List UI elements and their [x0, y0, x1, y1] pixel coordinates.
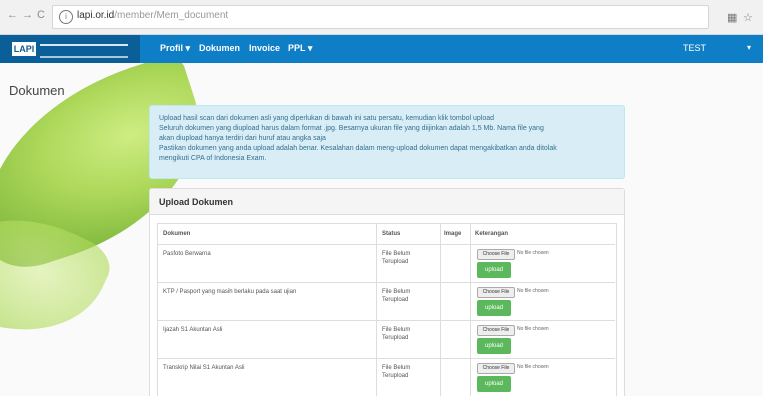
reload-button[interactable]: C	[37, 9, 45, 21]
row-dokumen: Pasfoto Berwarna	[163, 251, 211, 257]
logo-mark: LAPI	[12, 42, 36, 56]
row-status-line1: File Belum	[382, 365, 411, 371]
upload-button[interactable]: upload	[477, 338, 511, 354]
info-alert: Upload hasil scan dari dokumen asli yang…	[149, 105, 625, 179]
panel-title: Upload Dokumen	[159, 197, 234, 207]
browser-toolbar: ← → C i lapi.or.id/member/Mem_document ▦…	[0, 0, 763, 35]
row-dokumen: KTP / Pasport yang masih berlaku pada sa…	[163, 289, 297, 295]
forward-button[interactable]: →	[22, 9, 33, 21]
table-row: Ijazah S1 Akuntan Asli File Belum Terupl…	[157, 320, 615, 359]
extension-icon[interactable]: ▦	[727, 11, 737, 24]
panel-heading: Upload Dokumen	[150, 189, 624, 215]
no-file-text: No file chosen	[517, 326, 549, 332]
table-row: Transkrip Nilai S1 Akuntan Asli File Bel…	[157, 358, 615, 396]
menu-dokumen[interactable]: Dokumen	[199, 43, 240, 53]
choose-file-button[interactable]: Choose File	[477, 325, 515, 336]
upload-button[interactable]: upload	[477, 262, 511, 278]
table-row: KTP / Pasport yang masih berlaku pada sa…	[157, 282, 615, 321]
no-file-text: No file chosen	[517, 288, 549, 294]
navbar-brand-area: LAPI	[0, 35, 140, 63]
menu-profil[interactable]: Profil ▾	[160, 43, 190, 54]
row-status-line1: File Belum	[382, 327, 411, 333]
row-status-line1: File Belum	[382, 251, 411, 257]
upload-button[interactable]: upload	[477, 376, 511, 392]
header-keterangan: Keterangan	[475, 231, 509, 237]
back-button[interactable]: ←	[7, 9, 18, 21]
row-status-line2: Terupload	[382, 259, 409, 265]
page-title: Dokumen	[9, 83, 65, 98]
info-line: Upload hasil scan dari dokumen asli yang…	[159, 115, 495, 122]
choose-file-button[interactable]: Choose File	[477, 363, 515, 374]
row-dokumen: Transkrip Nilai S1 Akuntan Asli	[163, 365, 245, 371]
choose-file-button[interactable]: Choose File	[477, 249, 515, 260]
row-status-line2: Terupload	[382, 297, 409, 303]
info-line: Seluruh dokumen yang diupload harus dala…	[159, 125, 544, 132]
address-bar[interactable]: i lapi.or.id/member/Mem_document	[52, 5, 709, 29]
no-file-text: No file chosen	[517, 250, 549, 256]
menu-invoice[interactable]: Invoice	[249, 43, 280, 53]
bookmark-star-icon[interactable]: ☆	[743, 11, 753, 24]
info-icon[interactable]: i	[59, 10, 73, 24]
top-navbar: LAPI Profil ▾ Dokumen Invoice PPL ▾ TEST…	[0, 35, 763, 63]
logo-wordmark	[40, 44, 128, 58]
address-domain: lapi.or.id	[77, 10, 115, 21]
header-dokumen: Dokumen	[163, 231, 191, 237]
header-image: Image	[444, 231, 462, 237]
page-content: LAPI Profil ▾ Dokumen Invoice PPL ▾ TEST…	[0, 35, 763, 396]
info-line: mengikuti CPA of Indonesia Exam.	[159, 155, 267, 162]
row-status-line1: File Belum	[382, 289, 411, 295]
address-text: lapi.or.id/member/Mem_document	[77, 10, 228, 21]
lapi-logo[interactable]: LAPI	[12, 42, 130, 58]
info-line: akan diupload hanya terdiri dari huruf a…	[159, 135, 326, 142]
user-caret-icon[interactable]: ▾	[747, 43, 751, 52]
row-dokumen: Ijazah S1 Akuntan Asli	[163, 327, 223, 333]
address-path: /member/Mem_document	[114, 10, 229, 21]
no-file-text: No file chosen	[517, 364, 549, 370]
row-status-line2: Terupload	[382, 335, 409, 341]
table-row: Pasfoto Berwarna File Belum Terupload Ch…	[157, 244, 615, 283]
upload-panel: Upload Dokumen Dokumen Status Image Kete…	[149, 188, 625, 396]
choose-file-button[interactable]: Choose File	[477, 287, 515, 298]
header-status: Status	[382, 231, 401, 237]
upload-button[interactable]: upload	[477, 300, 511, 316]
user-menu[interactable]: TEST	[683, 43, 706, 53]
info-line: Pastikan dokumen yang anda upload adalah…	[159, 145, 557, 152]
row-status-line2: Terupload	[382, 373, 409, 379]
menu-ppl[interactable]: PPL ▾	[288, 43, 312, 54]
